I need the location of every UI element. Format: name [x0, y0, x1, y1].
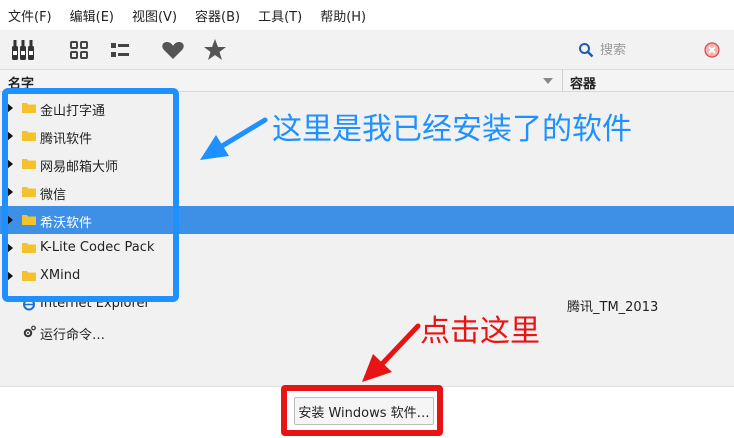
clear-search-icon[interactable]	[704, 42, 720, 58]
menu-tools[interactable]: 工具(T)	[258, 6, 302, 25]
list-view-icon[interactable]	[107, 38, 133, 62]
wine-bottles-icon[interactable]	[10, 38, 36, 62]
installed-software-note: 这里是我已经安装了的软件	[272, 112, 632, 147]
list-item[interactable]: 运行命令…	[0, 318, 734, 346]
run-command-gear-icon	[23, 325, 36, 338]
menu-help[interactable]: 帮助(H)	[320, 6, 366, 25]
menu-file[interactable]: 文件(F)	[8, 6, 52, 25]
column-container-header[interactable]: 容器	[570, 73, 596, 92]
search-box[interactable]	[578, 38, 726, 62]
menu-container[interactable]: 容器(B)	[195, 6, 240, 25]
menu-view[interactable]: 视图(V)	[132, 6, 177, 25]
toolbar	[0, 30, 734, 70]
column-divider[interactable]	[562, 70, 563, 92]
install-button-highlight	[281, 385, 443, 436]
heart-icon[interactable]	[160, 38, 186, 62]
grid-view-icon[interactable]	[66, 38, 92, 62]
installed-software-highlight	[2, 88, 179, 302]
list-item-container: 腾讯_TM_2013	[567, 300, 659, 315]
click-here-note: 点击这里	[420, 314, 540, 349]
menu-bar: 文件(F) 编辑(E) 视图(V) 容器(B) 工具(T) 帮助(H)	[0, 0, 734, 30]
star-icon[interactable]	[202, 38, 228, 62]
search-input[interactable]	[600, 42, 700, 58]
menu-edit[interactable]: 编辑(E)	[70, 6, 114, 25]
list-item-label: 运行命令…	[40, 328, 106, 343]
sort-down-icon[interactable]	[543, 78, 553, 84]
search-icon	[579, 43, 594, 58]
